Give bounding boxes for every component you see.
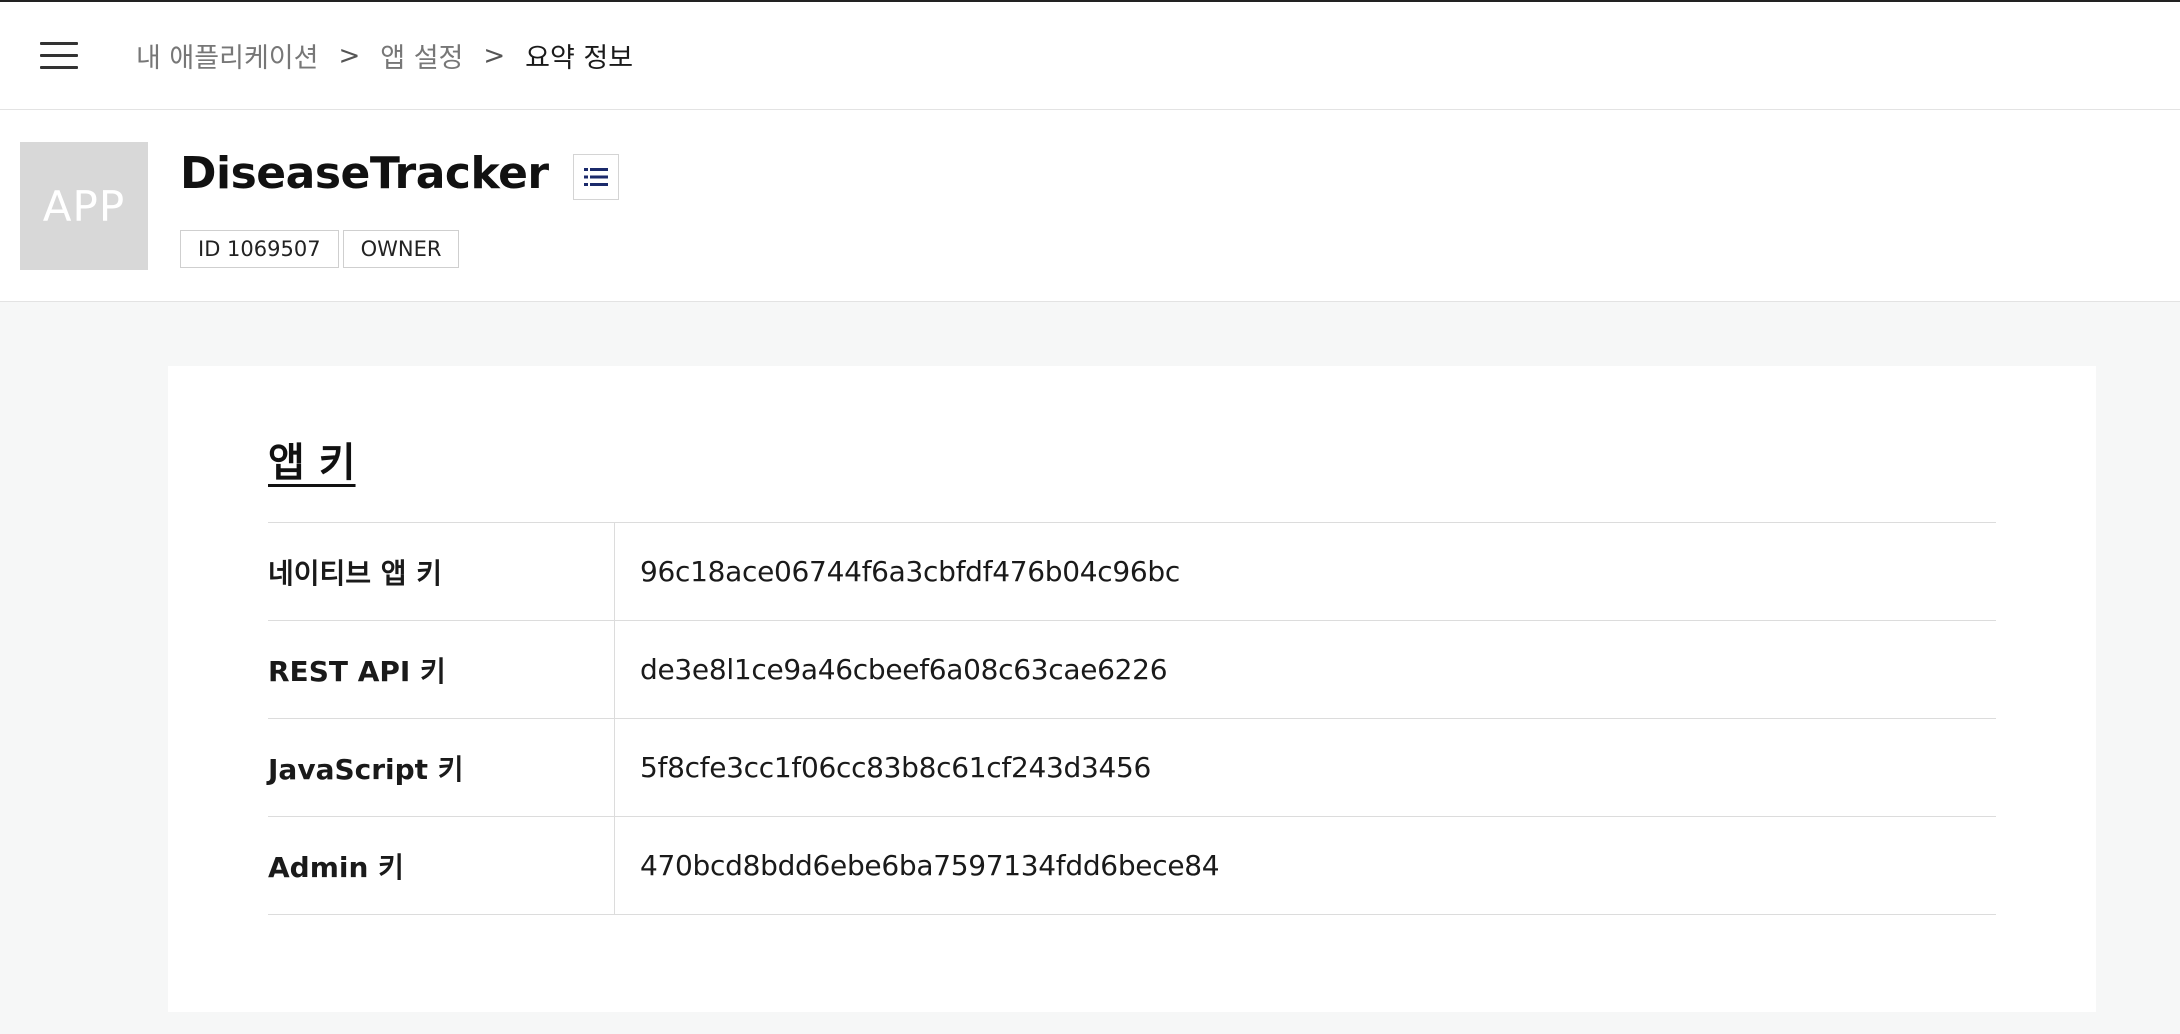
key-label-native: 네이티브 앱 키 <box>268 523 615 620</box>
app-keys-table: 네이티브 앱 키 96c18ace06744f6a3cbfdf476b04c96… <box>268 522 1996 915</box>
hamburger-menu-icon[interactable] <box>40 34 84 78</box>
app-keys-card: 앱 키 네이티브 앱 키 96c18ace06744f6a3cbfdf476b0… <box>168 366 2096 1012</box>
key-value-admin[interactable]: 470bcd8bdd6ebe6ba7597134fdd6bece84 <box>615 817 1996 914</box>
breadcrumb-app-settings[interactable]: 앱 설정 <box>380 36 463 75</box>
top-bar: 내 애플리케이션 > 앱 설정 > 요약 정보 <box>0 2 2180 110</box>
breadcrumb-separator: > <box>483 40 506 71</box>
breadcrumb-summary: 요약 정보 <box>525 43 634 74</box>
app-header: APP DiseaseTracker ID 1069507 OWNER <box>0 110 2180 302</box>
key-label-javascript: JavaScript 키 <box>268 719 615 816</box>
app-id-badge: ID 1069507 <box>180 230 339 268</box>
list-icon[interactable] <box>572 154 619 200</box>
key-label-admin: Admin 키 <box>268 817 615 914</box>
breadcrumb-separator: > <box>338 40 361 71</box>
breadcrumb-my-applications[interactable]: 내 애플리케이션 <box>136 36 318 75</box>
section-title: 앱 키 <box>268 440 356 486</box>
key-value-native[interactable]: 96c18ace06744f6a3cbfdf476b04c96bc <box>615 523 1996 620</box>
table-row: Admin 키 470bcd8bdd6ebe6ba7597134fdd6bece… <box>268 817 1996 915</box>
key-value-rest-api[interactable]: de3e8l1ce9a46cbeef6a08c63cae6226 <box>615 621 1996 718</box>
breadcrumb: 내 애플리케이션 > 앱 설정 > 요약 정보 <box>136 36 633 75</box>
app-name: DiseaseTracker <box>180 147 549 199</box>
table-row: REST API 키 de3e8l1ce9a46cbeef6a08c63cae6… <box>268 621 1996 719</box>
role-badge: OWNER <box>342 230 460 268</box>
key-value-javascript[interactable]: 5f8cfe3cc1f06cc83b8c61cf243d3456 <box>615 719 1996 816</box>
app-title-row: DiseaseTracker <box>180 146 619 200</box>
key-label-rest-api: REST API 키 <box>268 621 615 718</box>
table-row: JavaScript 키 5f8cfe3cc1f06cc83b8c61cf243… <box>268 719 1996 817</box>
app-badges: ID 1069507 OWNER <box>180 230 460 268</box>
table-row: 네이티브 앱 키 96c18ace06744f6a3cbfdf476b04c96… <box>268 523 1996 621</box>
app-avatar: APP <box>20 142 148 270</box>
